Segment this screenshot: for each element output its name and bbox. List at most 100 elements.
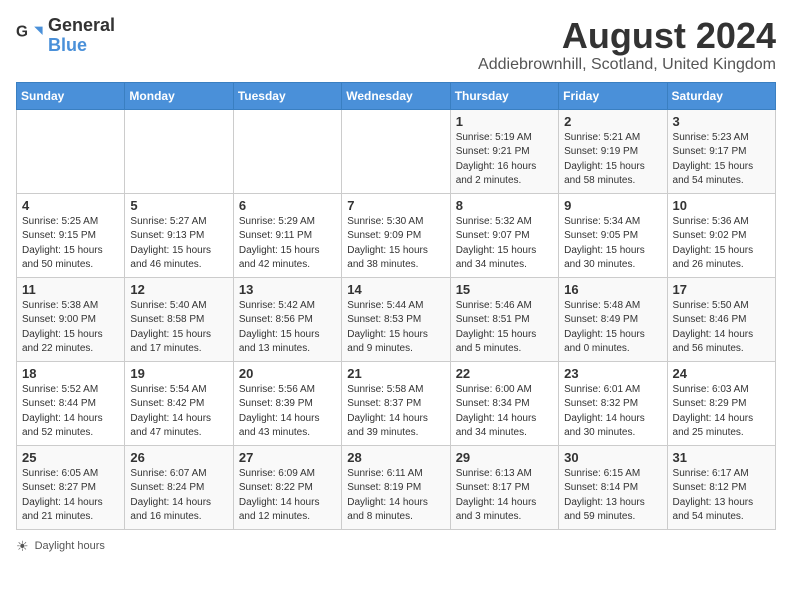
day-number: 7	[347, 198, 444, 213]
calendar-cell	[342, 109, 450, 193]
logo-general: General	[48, 16, 115, 36]
day-number: 31	[673, 450, 770, 465]
calendar-cell: 17 Sunrise: 5:50 AM Sunset: 8:46 PM Dayli…	[667, 277, 775, 361]
day-info: Sunrise: 6:00 AM Sunset: 8:34 PM Dayligh…	[456, 383, 553, 441]
calendar-cell: 23 Sunrise: 6:01 AM Sunset: 8:32 PM Dayli…	[559, 361, 667, 445]
day-number: 5	[130, 198, 227, 213]
calendar-week-row: 1 Sunrise: 5:19 AM Sunset: 9:21 PM Daylig…	[17, 109, 776, 193]
weekday-header: Sunday	[17, 82, 125, 109]
day-number: 9	[564, 198, 661, 213]
day-number: 30	[564, 450, 661, 465]
day-info: Sunrise: 5:50 AM Sunset: 8:46 PM Dayligh…	[673, 299, 770, 357]
day-info: Sunrise: 6:17 AM Sunset: 8:12 PM Dayligh…	[673, 467, 770, 525]
day-info: Sunrise: 5:54 AM Sunset: 8:42 PM Dayligh…	[130, 383, 227, 441]
calendar-cell	[125, 109, 233, 193]
day-number: 20	[239, 366, 336, 381]
main-title: August 2024	[478, 16, 776, 56]
calendar-cell: 13 Sunrise: 5:42 AM Sunset: 8:56 PM Dayli…	[233, 277, 341, 361]
calendar-cell: 27 Sunrise: 6:09 AM Sunset: 8:22 PM Dayli…	[233, 445, 341, 529]
calendar-cell: 29 Sunrise: 6:13 AM Sunset: 8:17 PM Dayli…	[450, 445, 558, 529]
day-info: Sunrise: 6:05 AM Sunset: 8:27 PM Dayligh…	[22, 467, 119, 525]
day-number: 24	[673, 366, 770, 381]
calendar-cell: 12 Sunrise: 5:40 AM Sunset: 8:58 PM Dayli…	[125, 277, 233, 361]
day-info: Sunrise: 5:56 AM Sunset: 8:39 PM Dayligh…	[239, 383, 336, 441]
calendar-cell	[17, 109, 125, 193]
day-number: 25	[22, 450, 119, 465]
day-info: Sunrise: 5:21 AM Sunset: 9:19 PM Dayligh…	[564, 131, 661, 189]
day-info: Sunrise: 5:23 AM Sunset: 9:17 PM Dayligh…	[673, 131, 770, 189]
calendar-cell: 19 Sunrise: 5:54 AM Sunset: 8:42 PM Dayli…	[125, 361, 233, 445]
day-number: 3	[673, 114, 770, 129]
daylight-hours-label: Daylight hours	[35, 540, 105, 552]
day-info: Sunrise: 5:25 AM Sunset: 9:15 PM Dayligh…	[22, 215, 119, 273]
calendar-cell	[233, 109, 341, 193]
weekday-header: Friday	[559, 82, 667, 109]
title-block: August 2024 Addiebrownhill, Scotland, Un…	[478, 16, 776, 74]
calendar-cell: 5 Sunrise: 5:27 AM Sunset: 9:13 PM Daylig…	[125, 193, 233, 277]
calendar-cell: 28 Sunrise: 6:11 AM Sunset: 8:19 PM Dayli…	[342, 445, 450, 529]
calendar-cell: 25 Sunrise: 6:05 AM Sunset: 8:27 PM Dayli…	[17, 445, 125, 529]
day-info: Sunrise: 5:29 AM Sunset: 9:11 PM Dayligh…	[239, 215, 336, 273]
day-number: 8	[456, 198, 553, 213]
calendar-cell: 9 Sunrise: 5:34 AM Sunset: 9:05 PM Daylig…	[559, 193, 667, 277]
day-info: Sunrise: 5:19 AM Sunset: 9:21 PM Dayligh…	[456, 131, 553, 189]
day-info: Sunrise: 5:30 AM Sunset: 9:09 PM Dayligh…	[347, 215, 444, 273]
weekday-header: Monday	[125, 82, 233, 109]
day-info: Sunrise: 6:11 AM Sunset: 8:19 PM Dayligh…	[347, 467, 444, 525]
calendar-cell: 3 Sunrise: 5:23 AM Sunset: 9:17 PM Daylig…	[667, 109, 775, 193]
calendar-cell: 7 Sunrise: 5:30 AM Sunset: 9:09 PM Daylig…	[342, 193, 450, 277]
day-info: Sunrise: 6:03 AM Sunset: 8:29 PM Dayligh…	[673, 383, 770, 441]
day-info: Sunrise: 5:42 AM Sunset: 8:56 PM Dayligh…	[239, 299, 336, 357]
day-info: Sunrise: 5:48 AM Sunset: 8:49 PM Dayligh…	[564, 299, 661, 357]
weekday-header: Tuesday	[233, 82, 341, 109]
day-number: 29	[456, 450, 553, 465]
calendar-cell: 11Sunrise: 5:38 AM Sunset: 9:00 PM Dayli…	[17, 277, 125, 361]
day-info: Sunrise: 5:44 AM Sunset: 8:53 PM Dayligh…	[347, 299, 444, 357]
day-number: 2	[564, 114, 661, 129]
day-number: 15	[456, 282, 553, 297]
calendar-cell: 22 Sunrise: 6:00 AM Sunset: 8:34 PM Dayli…	[450, 361, 558, 445]
day-number: 1	[456, 114, 553, 129]
day-number: 28	[347, 450, 444, 465]
day-number: 22	[456, 366, 553, 381]
calendar-table: SundayMondayTuesdayWednesdayThursdayFrid…	[16, 82, 776, 530]
day-info: Sunrise: 5:36 AM Sunset: 9:02 PM Dayligh…	[673, 215, 770, 273]
day-info: Sunrise: 6:09 AM Sunset: 8:22 PM Dayligh…	[239, 467, 336, 525]
day-info: Sunrise: 6:01 AM Sunset: 8:32 PM Dayligh…	[564, 383, 661, 441]
day-number: 12	[130, 282, 227, 297]
calendar-cell: 2 Sunrise: 5:21 AM Sunset: 9:19 PM Daylig…	[559, 109, 667, 193]
calendar-week-row: 25 Sunrise: 6:05 AM Sunset: 8:27 PM Dayli…	[17, 445, 776, 529]
day-number: 26	[130, 450, 227, 465]
day-number: 18	[22, 366, 119, 381]
day-number: 17	[673, 282, 770, 297]
day-number: 11	[22, 282, 119, 297]
calendar-cell: 30Sunrise: 6:15 AM Sunset: 8:14 PM Dayli…	[559, 445, 667, 529]
day-number: 19	[130, 366, 227, 381]
calendar-cell: 8Sunrise: 5:32 AM Sunset: 9:07 PM Daylig…	[450, 193, 558, 277]
day-info: Sunrise: 5:52 AM Sunset: 8:44 PM Dayligh…	[22, 383, 119, 441]
calendar-cell: 10 Sunrise: 5:36 AM Sunset: 9:02 PM Dayli…	[667, 193, 775, 277]
day-number: 13	[239, 282, 336, 297]
subtitle: Addiebrownhill, Scotland, United Kingdom	[478, 56, 776, 74]
calendar-cell: 24 Sunrise: 6:03 AM Sunset: 8:29 PM Dayli…	[667, 361, 775, 445]
calendar-cell: 4 Sunrise: 5:25 AM Sunset: 9:15 PM Daylig…	[17, 193, 125, 277]
day-number: 6	[239, 198, 336, 213]
day-number: 23	[564, 366, 661, 381]
logo-icon: G	[16, 21, 44, 49]
logo: G General Blue	[16, 16, 115, 54]
weekday-header: Thursday	[450, 82, 558, 109]
day-number: 27	[239, 450, 336, 465]
calendar-cell: 16 Sunrise: 5:48 AM Sunset: 8:49 PM Dayli…	[559, 277, 667, 361]
day-number: 4	[22, 198, 119, 213]
calendar-cell: 31 Sunrise: 6:17 AM Sunset: 8:12 PM Dayli…	[667, 445, 775, 529]
calendar-week-row: 11Sunrise: 5:38 AM Sunset: 9:00 PM Dayli…	[17, 277, 776, 361]
day-info: Sunrise: 5:40 AM Sunset: 8:58 PM Dayligh…	[130, 299, 227, 357]
svg-text:G: G	[16, 23, 28, 40]
day-number: 16	[564, 282, 661, 297]
calendar-cell: 6 Sunrise: 5:29 AM Sunset: 9:11 PM Daylig…	[233, 193, 341, 277]
day-number: 10	[673, 198, 770, 213]
page-header: G General Blue August 2024 Addiebrownhil…	[16, 16, 776, 74]
day-info: Sunrise: 5:34 AM Sunset: 9:05 PM Dayligh…	[564, 215, 661, 273]
day-info: Sunrise: 5:27 AM Sunset: 9:13 PM Dayligh…	[130, 215, 227, 273]
day-info: Sunrise: 6:13 AM Sunset: 8:17 PM Dayligh…	[456, 467, 553, 525]
